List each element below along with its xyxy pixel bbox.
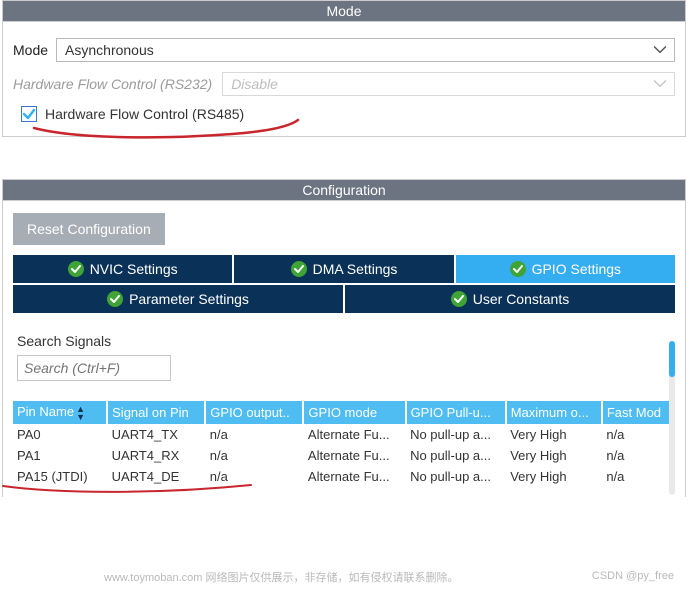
watermark-text: CSDN @py_free	[592, 570, 674, 582]
hw232-select: Disable	[222, 72, 675, 96]
check-circle-icon	[510, 261, 526, 277]
cell-max: Very High	[506, 445, 602, 466]
check-circle-icon	[291, 261, 307, 277]
tabs-row-1: NVIC Settings DMA Settings GPIO Settings	[13, 255, 675, 283]
hw485-checkbox[interactable]	[21, 106, 37, 122]
gpio-table: Pin Name▲▼ Signal on Pin GPIO output.. G…	[13, 401, 675, 487]
scrollbar[interactable]	[669, 341, 675, 495]
configuration-panel: Configuration Reset Configuration NVIC S…	[2, 179, 686, 497]
tab-label: Parameter Settings	[129, 291, 249, 307]
tabs-row-2: Parameter Settings User Constants	[13, 285, 675, 313]
cell-max: Very High	[506, 424, 602, 445]
configuration-body: Reset Configuration NVIC Settings DMA Se…	[3, 201, 685, 497]
reset-configuration-button[interactable]: Reset Configuration	[13, 213, 165, 245]
tab-dma[interactable]: DMA Settings	[234, 255, 453, 283]
mode-panel-body: Mode Asynchronous Hardware Flow Control …	[3, 22, 685, 136]
col-gpio-pull[interactable]: GPIO Pull-u...	[406, 401, 506, 424]
chevron-down-icon	[654, 77, 666, 91]
cell-mode: Alternate Fu...	[303, 445, 405, 466]
mode-panel-header: Mode	[3, 1, 685, 22]
cell-out: n/a	[205, 466, 303, 487]
cell-pin: PA15 (JTDI)	[13, 466, 107, 487]
col-max-output[interactable]: Maximum o...	[506, 401, 602, 424]
mode-label: Mode	[13, 42, 48, 58]
col-fast-mode[interactable]: Fast Mod	[602, 401, 674, 424]
tab-label: User Constants	[473, 291, 569, 307]
check-circle-icon	[107, 291, 123, 307]
check-circle-icon	[68, 261, 84, 277]
cell-pin: PA1	[13, 445, 107, 466]
hw232-label: Hardware Flow Control (RS232)	[13, 76, 212, 92]
cell-fast: n/a	[602, 466, 674, 487]
cell-out: n/a	[205, 445, 303, 466]
chevron-down-icon	[654, 43, 666, 57]
tab-nvic[interactable]: NVIC Settings	[13, 255, 232, 283]
cell-pin: PA0	[13, 424, 107, 445]
col-gpio-output[interactable]: GPIO output..	[205, 401, 303, 424]
tab-label: GPIO Settings	[532, 261, 621, 277]
col-gpio-mode[interactable]: GPIO mode	[303, 401, 405, 424]
cell-signal: UART4_DE	[107, 466, 205, 487]
tab-label: NVIC Settings	[90, 261, 178, 277]
mode-select-value: Asynchronous	[65, 42, 154, 58]
cell-mode: Alternate Fu...	[303, 424, 405, 445]
signals-title: Search Signals	[17, 333, 675, 349]
mode-panel: Mode Mode Asynchronous Hardware Flow Con…	[2, 0, 686, 137]
mode-select[interactable]: Asynchronous	[56, 38, 675, 62]
table-row[interactable]: PA0 UART4_TX n/a Alternate Fu... No pull…	[13, 424, 674, 445]
annotation-underline-icon	[32, 118, 302, 148]
cell-fast: n/a	[602, 445, 674, 466]
hw232-select-value: Disable	[231, 76, 278, 92]
hw485-label: Hardware Flow Control (RS485)	[45, 106, 244, 122]
cell-fast: n/a	[602, 424, 674, 445]
cell-pull: No pull-up a...	[406, 445, 506, 466]
watermark-text: www.toymoban.com 网络图片仅供展示，非存储，如有侵权请联系删除。	[104, 569, 458, 585]
table-row[interactable]: PA15 (JTDI) UART4_DE n/a Alternate Fu...…	[13, 466, 674, 487]
search-input[interactable]	[17, 355, 171, 381]
checkmark-icon	[22, 107, 36, 121]
tab-user-constants[interactable]: User Constants	[345, 285, 675, 313]
col-pin-name[interactable]: Pin Name▲▼	[13, 401, 107, 424]
mode-row: Mode Asynchronous	[13, 38, 675, 62]
cell-pull: No pull-up a...	[406, 424, 506, 445]
hw485-row[interactable]: Hardware Flow Control (RS485)	[13, 106, 675, 122]
check-circle-icon	[451, 291, 467, 307]
cell-signal: UART4_RX	[107, 445, 205, 466]
tab-gpio[interactable]: GPIO Settings	[456, 255, 675, 283]
cell-mode: Alternate Fu...	[303, 466, 405, 487]
cell-signal: UART4_TX	[107, 424, 205, 445]
cell-max: Very High	[506, 466, 602, 487]
sort-icon: ▲▼	[76, 405, 85, 421]
table-row[interactable]: PA1 UART4_RX n/a Alternate Fu... No pull…	[13, 445, 674, 466]
col-signal[interactable]: Signal on Pin	[107, 401, 205, 424]
cell-pull: No pull-up a...	[406, 466, 506, 487]
tab-parameter[interactable]: Parameter Settings	[13, 285, 343, 313]
configuration-panel-header: Configuration	[3, 180, 685, 201]
signals-block: Search Signals	[13, 333, 675, 381]
tab-label: DMA Settings	[313, 261, 398, 277]
hw232-row: Hardware Flow Control (RS232) Disable	[13, 72, 675, 96]
cell-out: n/a	[205, 424, 303, 445]
scrollbar-thumb[interactable]	[669, 341, 675, 377]
table-header-row: Pin Name▲▼ Signal on Pin GPIO output.. G…	[13, 401, 674, 424]
